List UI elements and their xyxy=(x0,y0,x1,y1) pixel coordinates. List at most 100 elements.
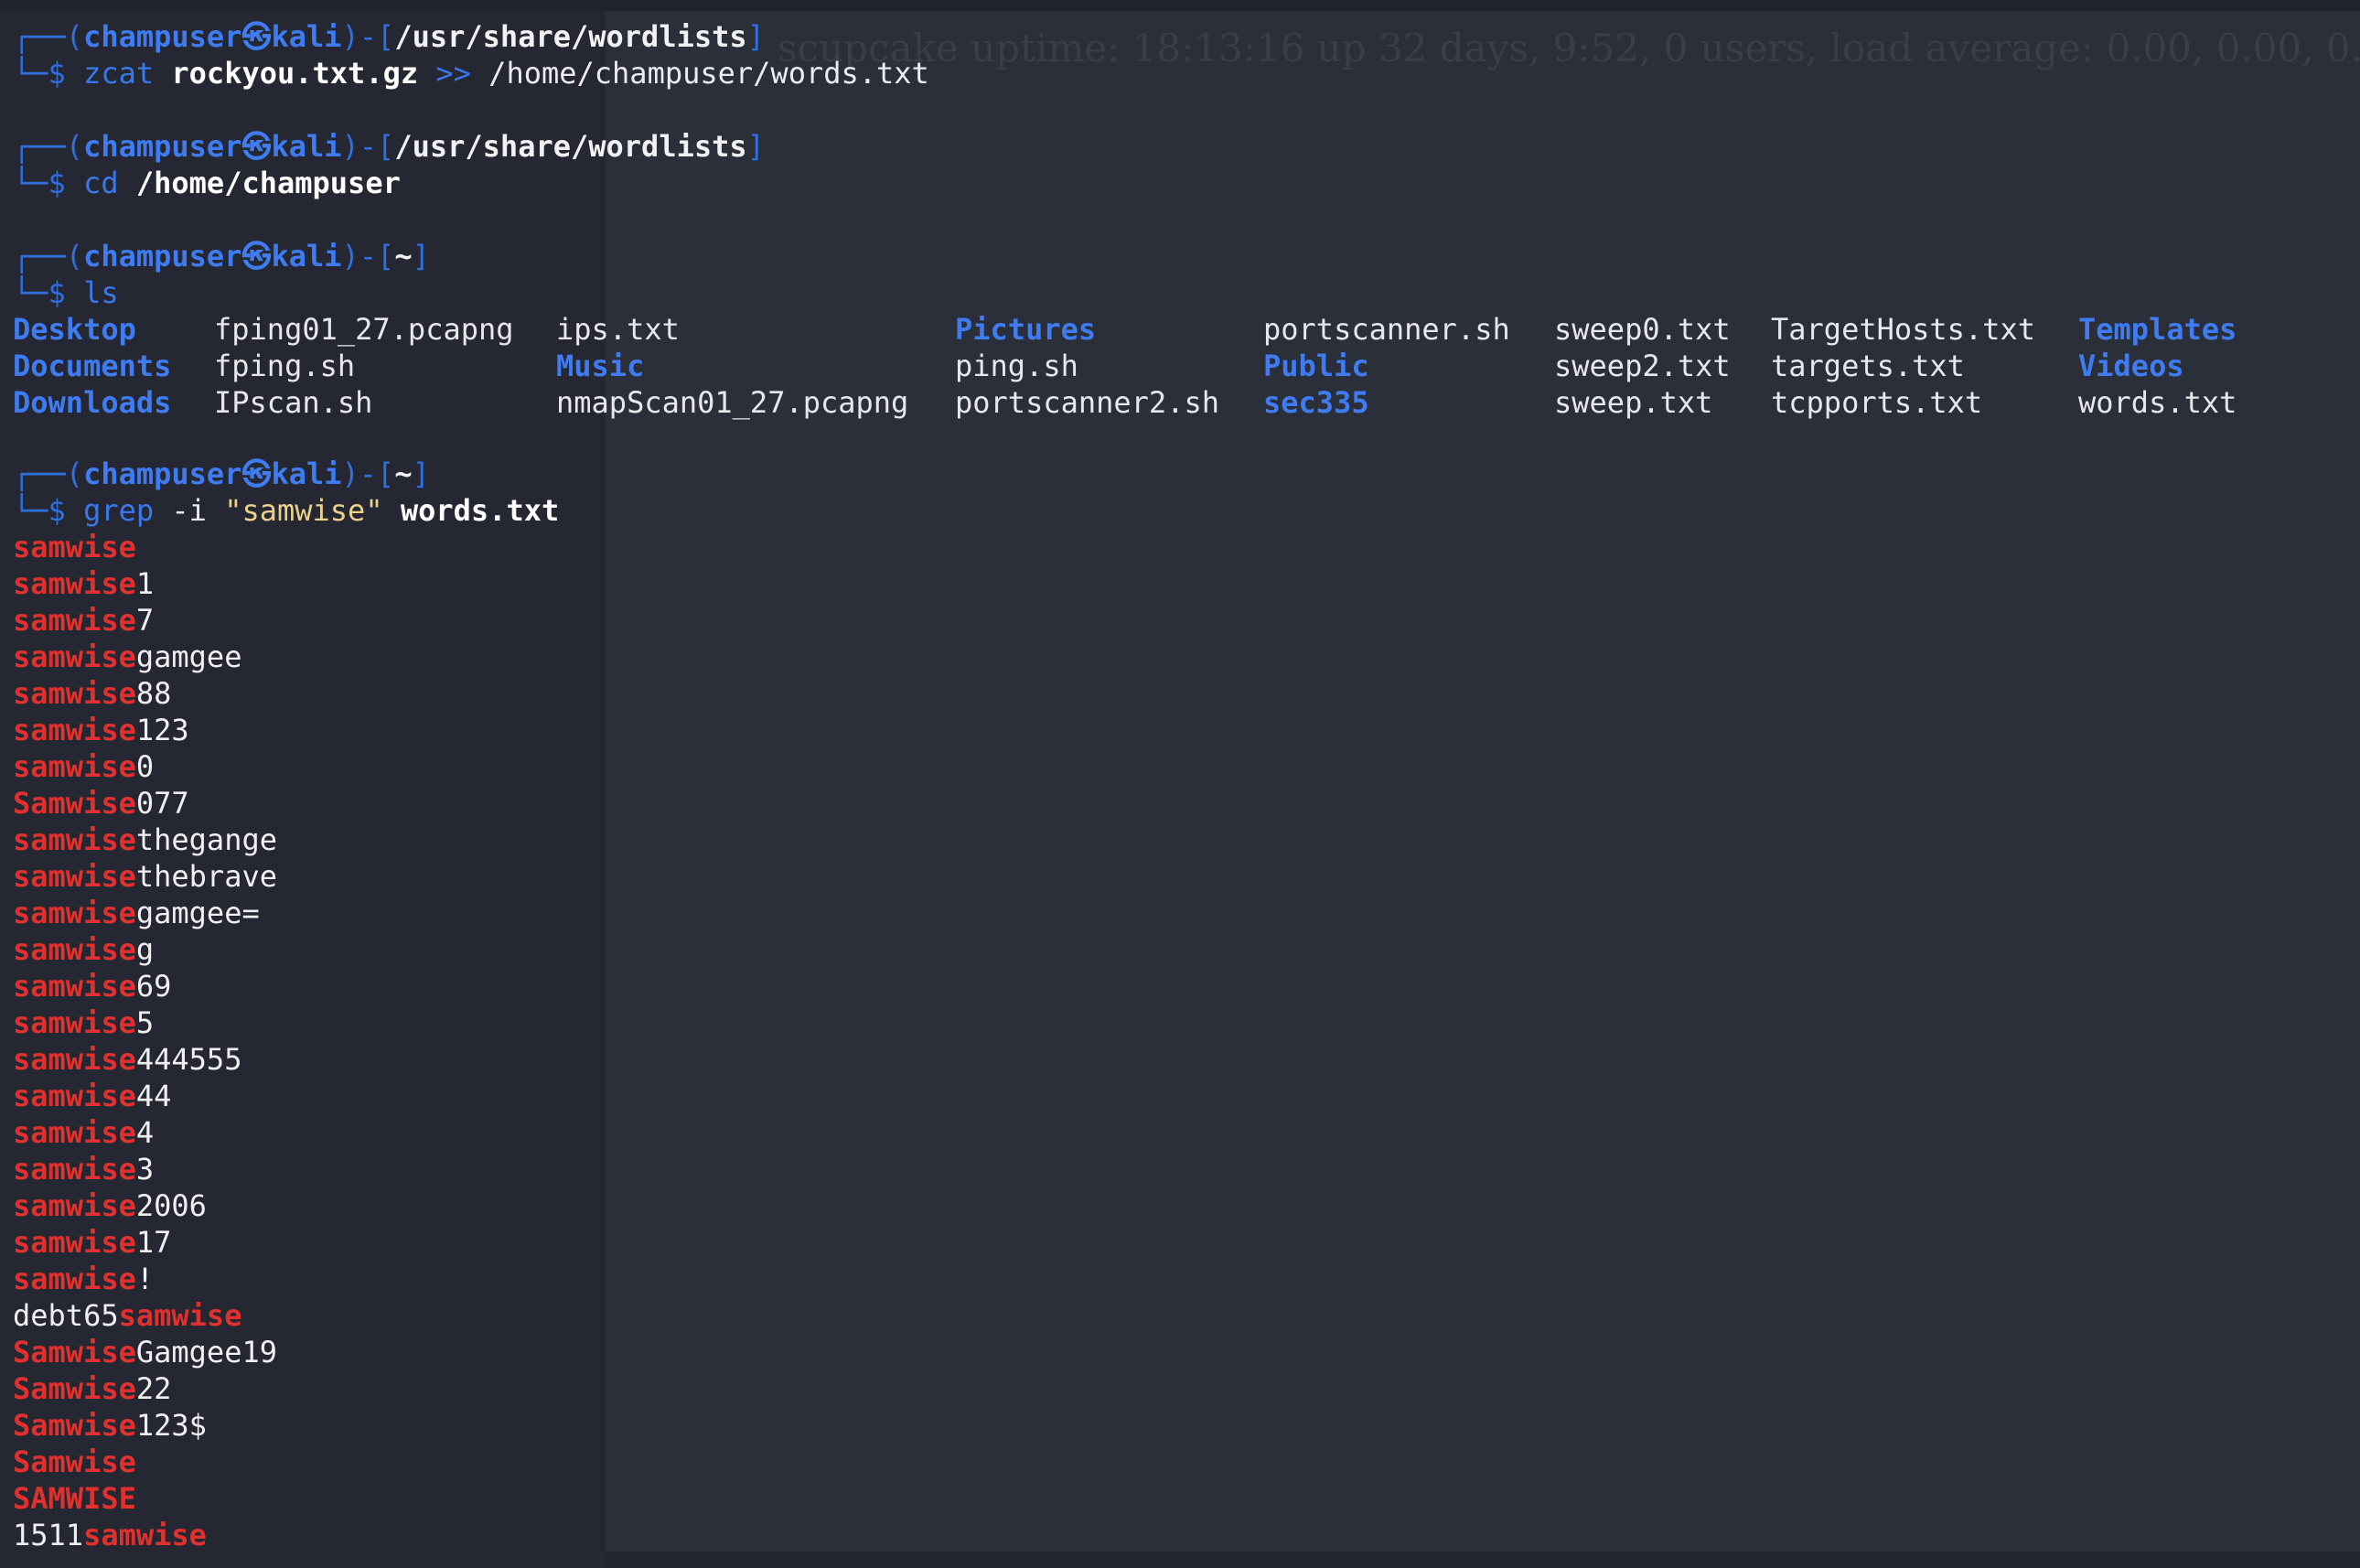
grep-match-highlight: samwise xyxy=(13,566,136,601)
grep-match-highlight: samwise xyxy=(13,639,136,674)
prompt-at-symbol: ㉿ xyxy=(241,129,272,164)
command-line: └─$ cd /home/champuser xyxy=(13,165,401,201)
prompt-directory: /usr/share/wordlists xyxy=(394,19,747,54)
command-line: └─$ zcat rockyou.txt.gz >> /home/champus… xyxy=(13,55,929,91)
grep-suffix: thebrave xyxy=(135,859,277,894)
grep-result-line: samwise44 xyxy=(13,1078,171,1114)
grep-match-highlight: samwise xyxy=(13,1079,136,1113)
prompt-header: ┌──(champuser㉿kali)-[/usr/share/wordlist… xyxy=(13,18,765,55)
ls-file: targets.txt xyxy=(1771,349,1965,383)
grep-result-line: samwise xyxy=(13,529,136,565)
prompt-host: kali xyxy=(271,19,342,54)
grep-result-line: Samwise077 xyxy=(13,785,189,822)
prompt-host: kali xyxy=(271,239,342,274)
prompt-dollar: └─$ xyxy=(13,493,84,528)
grep-match-highlight: samwise xyxy=(13,1225,136,1260)
grep-result-line: 1511samwise xyxy=(13,1517,207,1553)
ls-file: portscanner.sh xyxy=(1263,312,1510,347)
prompt-directory: /usr/share/wordlists xyxy=(394,129,747,164)
prompt-user: champuser xyxy=(83,19,242,54)
grep-result-line: Samwise xyxy=(13,1444,136,1480)
prompt-bracket: ┌──( xyxy=(13,129,84,164)
grep-prefix: 1511 xyxy=(13,1518,84,1552)
ls-file: fping01_27.pcapng xyxy=(214,312,514,347)
ls-file: words.txt xyxy=(2078,385,2237,420)
grep-result-line: samwise7 xyxy=(13,602,154,639)
grep-result-line: SAMWISE xyxy=(13,1480,136,1517)
command-argument: "samwise" xyxy=(224,493,383,528)
grep-match-highlight: SAMWISE xyxy=(13,1481,136,1516)
ls-file: sweep.txt xyxy=(1554,385,1713,420)
grep-match-highlight: samwise xyxy=(13,969,136,1004)
grep-suffix: 1 xyxy=(135,566,155,601)
grep-suffix: 22 xyxy=(135,1371,172,1406)
prompt-bracket: ] xyxy=(412,239,430,274)
grep-result-line: debt65samwise xyxy=(13,1297,241,1334)
command-line: └─$ ls xyxy=(13,274,119,311)
grep-match-highlight: Samwise xyxy=(13,1408,136,1443)
grep-match-highlight: Samwise xyxy=(13,1371,136,1406)
grep-match-highlight: samwise xyxy=(13,1115,136,1150)
ls-file: portscanner2.sh xyxy=(955,385,1219,420)
grep-result-line: samwise5 xyxy=(13,1004,154,1041)
prompt-dollar: └─$ xyxy=(13,166,84,200)
grep-result-line: samwise17 xyxy=(13,1224,171,1261)
prompt-bracket: )-[ xyxy=(341,456,395,491)
grep-suffix: 17 xyxy=(135,1225,172,1260)
terminal-output[interactable]: ┌──(champuser㉿kali)-[/usr/share/wordlist… xyxy=(0,0,2360,1568)
prompt-bracket: ┌──( xyxy=(13,239,84,274)
grep-suffix: 0 xyxy=(135,749,155,784)
grep-suffix: 4 xyxy=(135,1115,155,1150)
grep-match-highlight: samwise xyxy=(13,896,136,930)
prompt-bracket: )-[ xyxy=(341,129,395,164)
grep-match-highlight: samwise xyxy=(13,1262,136,1296)
command-name: ls xyxy=(83,275,119,310)
grep-suffix: 123 xyxy=(135,713,189,747)
command-name: cd xyxy=(83,166,119,200)
prompt-bracket: ┌──( xyxy=(13,19,84,54)
grep-result-line: samwise4 xyxy=(13,1114,154,1151)
prompt-header: ┌──(champuser㉿kali)-[~] xyxy=(13,456,430,492)
prompt-header: ┌──(champuser㉿kali)-[/usr/share/wordlist… xyxy=(13,128,765,165)
prompt-directory: ~ xyxy=(394,239,413,274)
grep-suffix: 44 xyxy=(135,1079,172,1113)
grep-result-line: SamwiseGamgee19 xyxy=(13,1334,277,1370)
prompt-dollar: └─$ xyxy=(13,275,84,310)
grep-suffix: thegange xyxy=(135,822,277,857)
ls-file: tcpports.txt xyxy=(1771,385,1983,420)
grep-result-line: samwisegamgee= xyxy=(13,895,260,931)
grep-match-highlight: samwise xyxy=(13,603,136,638)
prompt-bracket: )-[ xyxy=(341,19,395,54)
prompt-header: ┌──(champuser㉿kali)-[~] xyxy=(13,238,430,274)
grep-match-highlight: samwise xyxy=(13,859,136,894)
ls-file: fping.sh xyxy=(214,349,356,383)
grep-suffix: gamgee= xyxy=(135,896,260,930)
grep-match-highlight: samwise xyxy=(13,1188,136,1223)
grep-result-line: samwise88 xyxy=(13,675,171,712)
grep-suffix: 077 xyxy=(135,786,189,821)
screen: scupcake uptime: 18:13:16 up 32 days, 9:… xyxy=(0,0,2360,1568)
grep-suffix: 69 xyxy=(135,969,172,1004)
prompt-at-symbol: ㉿ xyxy=(241,456,272,491)
grep-match-highlight: samwise xyxy=(13,530,136,564)
grep-suffix: 5 xyxy=(135,1005,155,1040)
ls-directory: Videos xyxy=(2078,349,2184,383)
prompt-user: champuser xyxy=(83,129,242,164)
ls-file: TargetHosts.txt xyxy=(1771,312,2035,347)
grep-suffix: 444555 xyxy=(135,1042,242,1077)
grep-result-line: samwise3 xyxy=(13,1151,154,1187)
grep-result-line: samwise2006 xyxy=(13,1187,207,1224)
ls-file: IPscan.sh xyxy=(214,385,373,420)
grep-result-line: Samwise123$ xyxy=(13,1407,207,1444)
grep-result-line: samwiseg xyxy=(13,931,154,968)
command-argument: /home/champuser/words.txt xyxy=(488,56,929,91)
command-argument: /home/champuser xyxy=(135,166,401,200)
prompt-dollar: └─$ xyxy=(13,56,84,91)
prompt-host: kali xyxy=(271,456,342,491)
prompt-bracket: )-[ xyxy=(341,239,395,274)
command-argument: -i xyxy=(171,493,207,528)
grep-match-highlight: samwise xyxy=(13,822,136,857)
grep-prefix: debt65 xyxy=(13,1298,119,1333)
ls-directory: Music xyxy=(556,349,645,383)
grep-match-highlight: samwise xyxy=(13,749,136,784)
